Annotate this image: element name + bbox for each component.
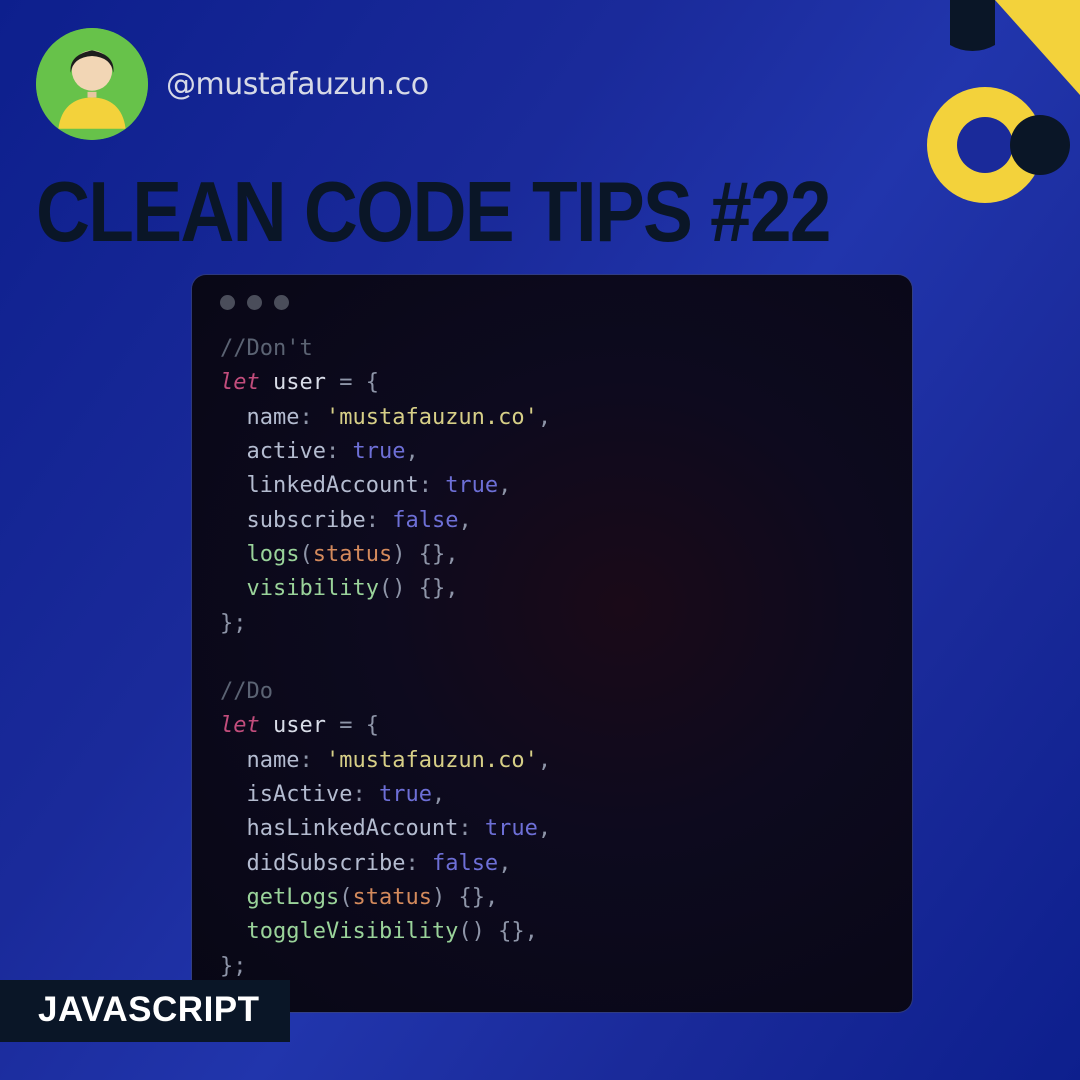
code-block: //Don't let user = { name: 'mustafauzun.… [220,332,884,984]
code-method: visibility [247,576,379,601]
code-boolean: false [392,508,458,533]
code-boolean: true [352,439,405,464]
code-brace: { [366,370,379,395]
code-boolean: true [445,473,498,498]
code-string: 'mustafauzun.co' [326,405,538,430]
code-comment-dont: //Don't [220,336,313,361]
code-identifier: user [273,370,326,395]
code-property: isActive [247,782,353,807]
code-operator: = [326,370,366,395]
language-tag: JAVASCRIPT [0,980,290,1042]
code-identifier: user [273,713,326,738]
code-param: status [352,885,431,910]
code-window: //Don't let user = { name: 'mustafauzun.… [192,275,912,1012]
code-boolean: true [485,816,538,841]
code-brace: }; [220,954,247,979]
page-title: CLEAN CODE TIPS #22 [36,164,830,262]
code-brace: }; [220,611,247,636]
code-method: toggleVisibility [247,919,459,944]
code-string: 'mustafauzun.co' [326,748,538,773]
traffic-dot [247,295,262,310]
avatar-illustration [36,28,148,140]
code-property: name [247,405,300,430]
code-property: hasLinkedAccount [247,816,459,841]
code-property: subscribe [247,508,366,533]
avatar [36,28,148,140]
profile-header: @mustafauzun.co [36,28,429,140]
code-property: didSubscribe [247,851,406,876]
code-property: active [247,439,326,464]
username-handle: @mustafauzun.co [166,67,429,102]
code-property: linkedAccount [247,473,419,498]
traffic-dot [220,295,235,310]
code-method: getLogs [247,885,340,910]
code-keyword: let [220,713,260,738]
code-param: status [313,542,392,567]
window-traffic-lights [220,295,884,310]
corner-decoration [840,0,1080,240]
code-boolean: true [379,782,432,807]
code-comment-do: //Do [220,679,273,704]
code-keyword: let [220,370,260,395]
code-boolean: false [432,851,498,876]
code-method: logs [247,542,300,567]
code-operator: = [326,713,366,738]
code-brace: { [366,713,379,738]
code-property: name [247,748,300,773]
traffic-dot [274,295,289,310]
